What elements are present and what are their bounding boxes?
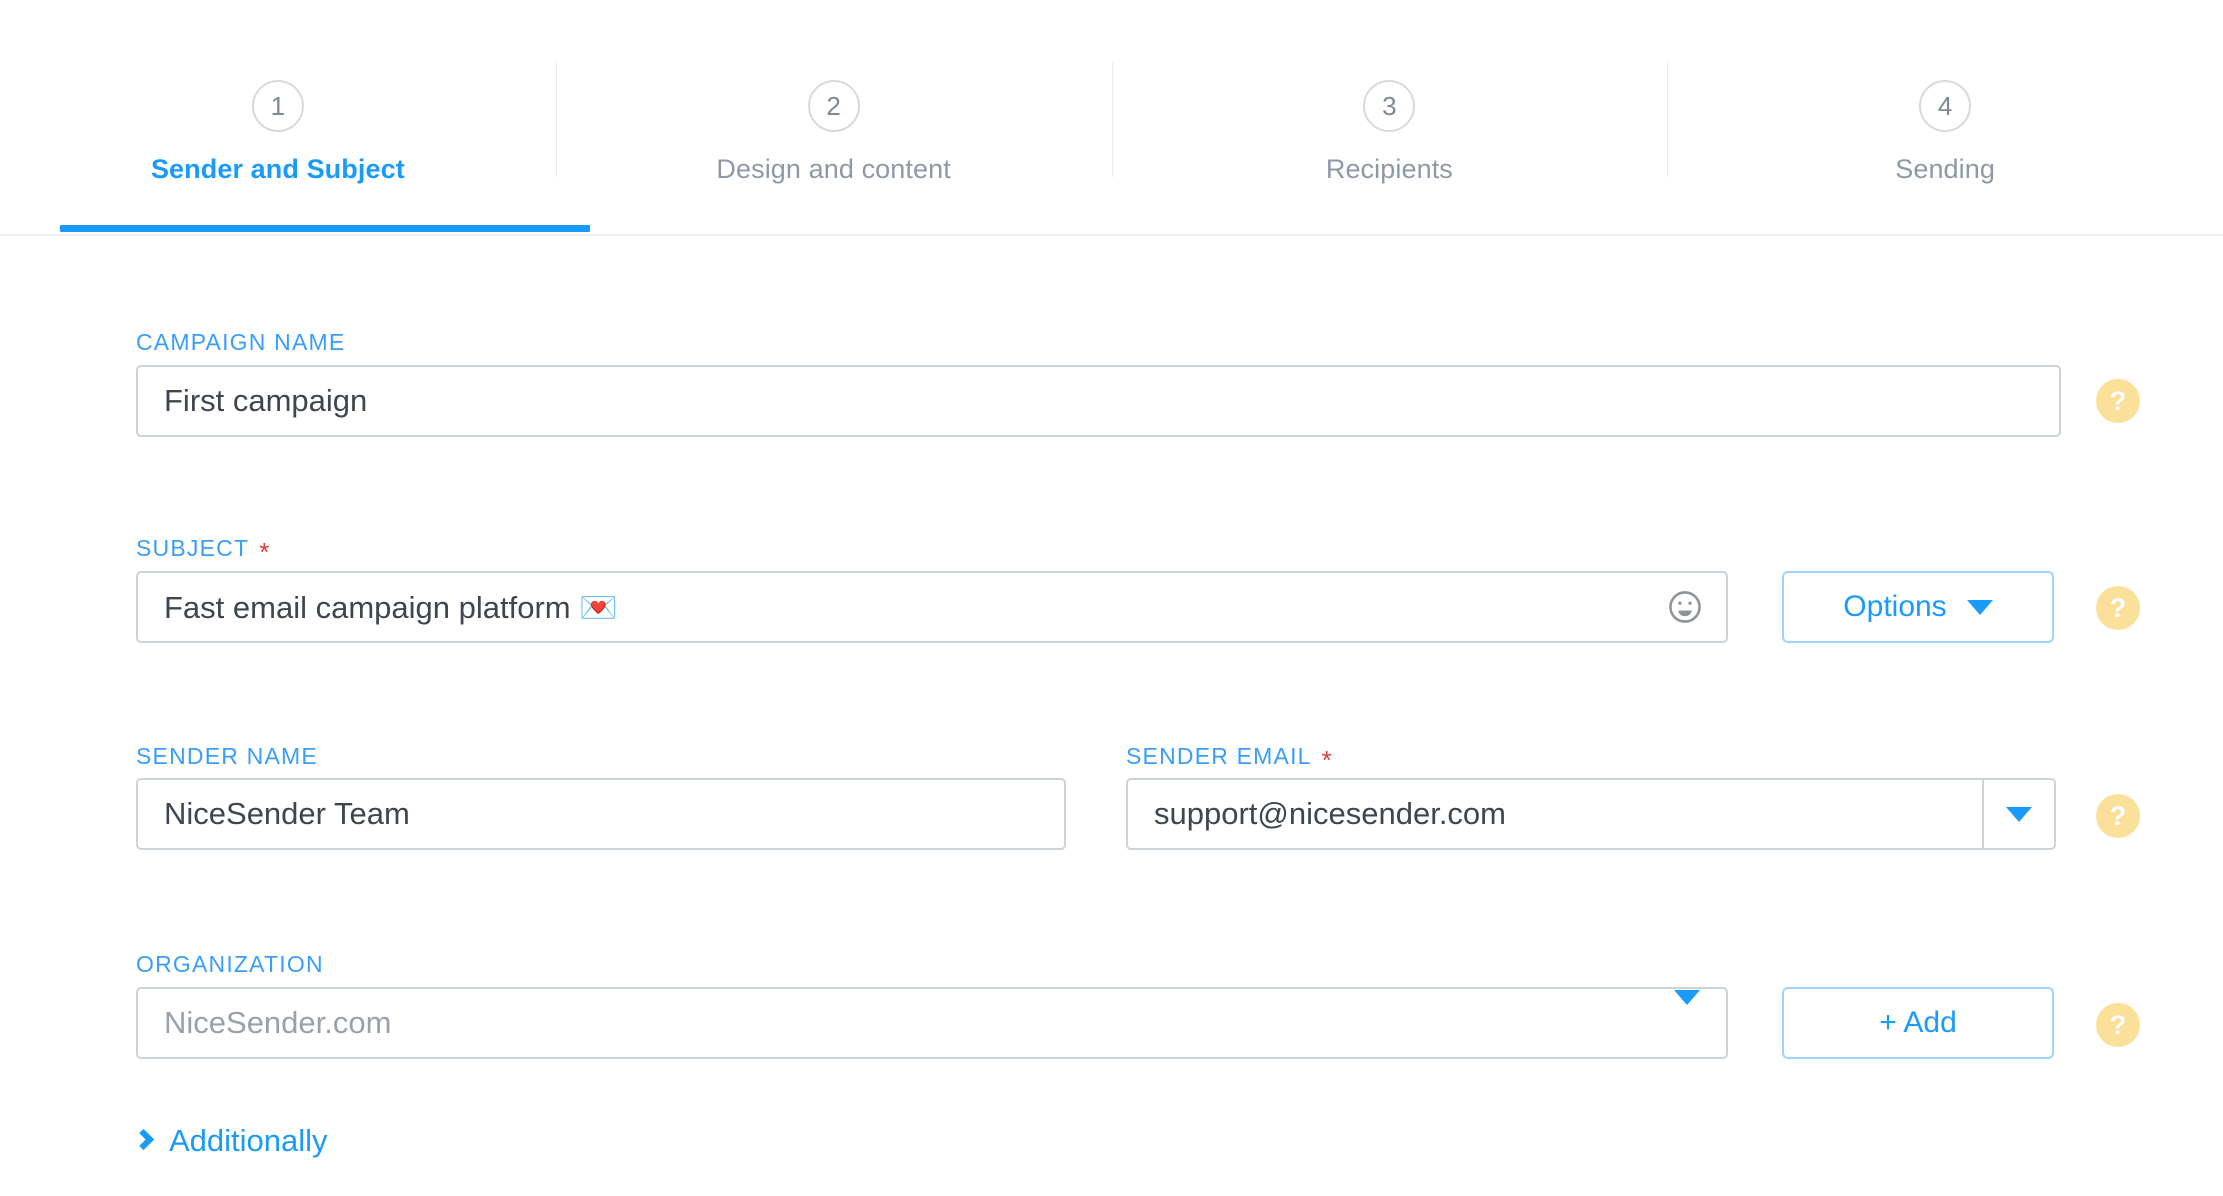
subject-required-asterisk: * [259, 536, 271, 567]
organization-label: ORGANIZATION [136, 951, 324, 978]
active-step-underline [60, 225, 590, 232]
subject-label-text: SUBJECT [136, 535, 250, 561]
chevron-down-icon [1966, 599, 1993, 615]
add-organization-label: + Add [1879, 1006, 1957, 1039]
help-icon-sender-email[interactable]: ? [2096, 794, 2140, 838]
sender-name-label: SENDER NAME [136, 743, 318, 770]
organization-label-text: ORGANIZATION [136, 951, 324, 977]
additionally-toggle[interactable]: Additionally [132, 1123, 328, 1159]
sender-name-input[interactable]: NiceSender Team [136, 778, 1066, 850]
campaign-name-label-text: CAMPAIGN NAME [136, 329, 346, 355]
subject-options-label: Options [1843, 590, 1947, 623]
step-number-2: 2 [826, 91, 841, 121]
add-organization-button[interactable]: + Add [1782, 987, 2054, 1059]
stepper-bottom-divider [0, 234, 2223, 236]
sender-email-label-text: SENDER EMAIL [1126, 743, 1312, 769]
step-label-1: Sender and Subject [150, 154, 405, 184]
campaign-wizard-page: 1 Sender and Subject 2 Design and conten… [0, 0, 2223, 1196]
step-label-4: Sending [1895, 154, 1996, 184]
emoji-picker-icon[interactable] [1666, 588, 1704, 626]
subject-options-button[interactable]: Options [1782, 571, 2054, 643]
sender-email-select[interactable]: support@nicesender.com [1126, 778, 2056, 850]
sender-email-dropdown-arrow[interactable] [1982, 780, 2054, 848]
sender-name-value: NiceSender Team [164, 796, 410, 831]
subject-label: SUBJECT * [136, 535, 271, 567]
step-number-circle-1: 1 [251, 80, 304, 132]
step-tab-sending[interactable]: 4 Sending [1667, 0, 2223, 235]
wizard-stepper: 1 Sender and Subject 2 Design and conten… [0, 0, 2223, 235]
additionally-label: Additionally [169, 1123, 328, 1158]
step-tab-recipients[interactable]: 3 Recipients [1111, 0, 1668, 235]
chevron-right-icon [132, 1128, 155, 1150]
help-icon-subject[interactable]: ? [2096, 586, 2140, 630]
step-number-3: 3 [1382, 91, 1397, 121]
subject-input[interactable]: Fast email campaign platform 💌 [136, 571, 1728, 643]
step-number-1: 1 [270, 91, 286, 121]
step-number-circle-2: 2 [807, 80, 860, 132]
step-tab-design-and-content[interactable]: 2 Design and content [555, 0, 1112, 235]
sender-email-label: SENDER EMAIL * [1126, 743, 1333, 775]
help-icon-organization[interactable]: ? [2096, 1003, 2140, 1047]
chevron-down-icon [2006, 806, 2032, 822]
organization-dropdown-arrow[interactable] [1674, 990, 1700, 1041]
step-label-3: Recipients [1325, 154, 1453, 184]
sender-email-value: support@nicesender.com [1154, 796, 1506, 831]
step-number-circle-3: 3 [1363, 80, 1416, 132]
organization-value: NiceSender.com [164, 1005, 392, 1040]
campaign-name-input[interactable]: First campaign [136, 365, 2061, 437]
step-number-circle-4: 4 [1919, 80, 1972, 132]
step-label-2: Design and content [716, 154, 951, 184]
campaign-name-value: First campaign [164, 383, 368, 418]
organization-select[interactable]: NiceSender.com [136, 987, 1728, 1059]
chevron-down-icon [1674, 990, 1700, 1040]
help-icon-campaign-name[interactable]: ? [2096, 379, 2140, 423]
campaign-name-label: CAMPAIGN NAME [136, 329, 345, 356]
step-number-4: 4 [1937, 91, 1953, 121]
sender-email-required-asterisk: * [1321, 744, 1333, 775]
sender-name-label-text: SENDER NAME [136, 743, 318, 769]
subject-value: Fast email campaign platform 💌 [164, 589, 618, 625]
step-tab-sender-and-subject[interactable]: 1 Sender and Subject [0, 0, 590, 235]
